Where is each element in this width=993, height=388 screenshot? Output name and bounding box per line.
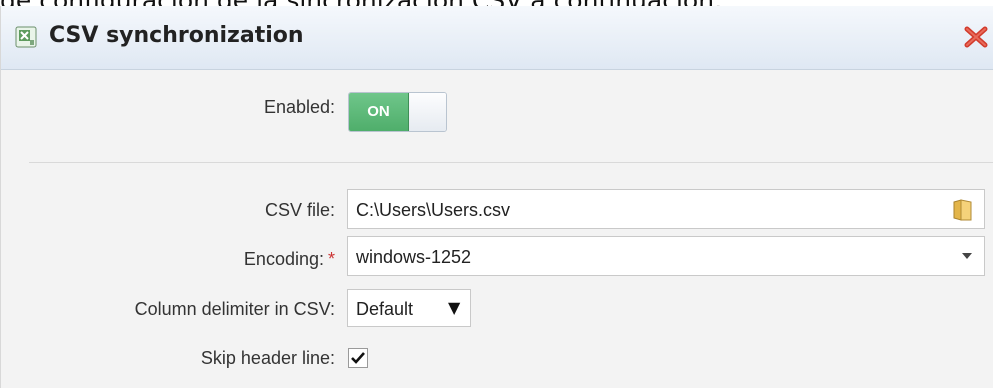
section-divider <box>29 162 993 163</box>
toggle-on-text: ON <box>349 93 409 131</box>
encoding-label: Encoding: * <box>244 248 335 270</box>
skip-header-label: Skip header line: <box>200 348 335 368</box>
encoding-select[interactable]: windows-1252 <box>347 236 985 276</box>
dropdown-triangle-icon[interactable]: ▼ <box>448 297 460 319</box>
column-delimiter-value: Default <box>356 299 414 319</box>
close-icon[interactable] <box>963 24 989 50</box>
chevron-down-icon[interactable] <box>962 253 972 259</box>
csv-file-label: CSV file: <box>264 200 335 220</box>
csv-file-input[interactable]: C:\Users\Users.csv <box>347 189 985 229</box>
enabled-toggle[interactable]: ON <box>348 92 447 132</box>
encoding-label-text: Encoding: <box>243 249 324 269</box>
excel-sheet-icon <box>15 26 37 48</box>
encoding-value: windows-1252 <box>356 247 472 267</box>
folder-icon[interactable] <box>952 198 974 222</box>
column-delimiter-label: Column delimiter in CSV: <box>134 299 335 319</box>
dialog-titlebar: CSV synchronization <box>1 6 993 70</box>
column-delimiter-select[interactable]: Default ▼ <box>347 289 471 327</box>
csv-sync-dialog: CSV synchronization Enabled: ON CSV file… <box>0 6 993 388</box>
toggle-knob[interactable] <box>410 93 446 131</box>
csv-file-value: C:\Users\Users.csv <box>356 200 511 220</box>
enabled-label: Enabled: <box>263 97 335 117</box>
required-marker: * <box>327 249 335 269</box>
checkmark-icon <box>351 352 365 364</box>
dialog-title: CSV synchronization <box>49 23 304 48</box>
skip-header-checkbox[interactable] <box>348 348 368 368</box>
